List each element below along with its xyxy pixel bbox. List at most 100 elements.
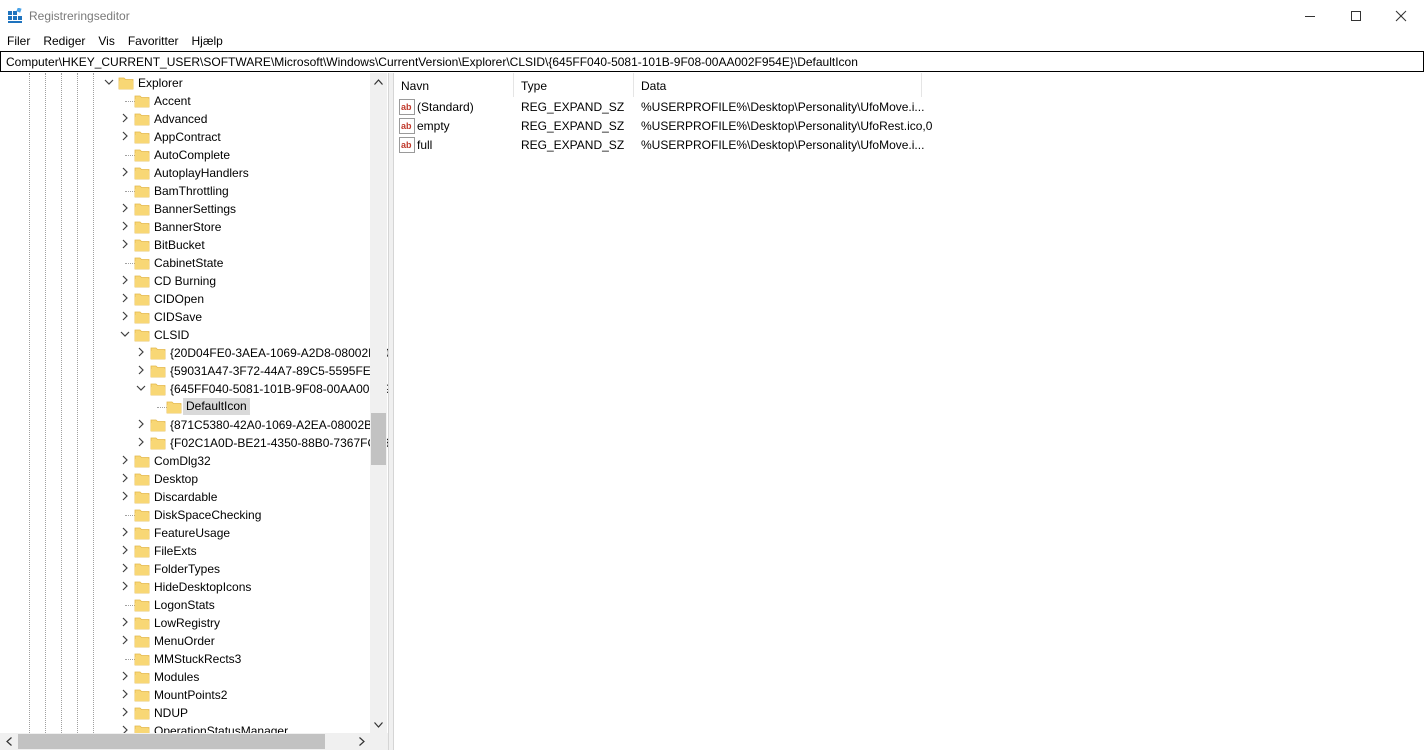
- chevron-right-icon[interactable]: [135, 418, 147, 430]
- folder-icon: [134, 671, 150, 684]
- minimize-button[interactable]: [1287, 0, 1333, 31]
- chevron-right-icon[interactable]: [119, 238, 131, 250]
- tree-item[interactable]: BamThrottling: [0, 182, 370, 200]
- scroll-thumb[interactable]: [371, 413, 386, 465]
- key-tree[interactable]: Explorer Accent Advanced AppContract AutoCom…: [0, 73, 388, 750]
- chevron-right-icon[interactable]: [135, 346, 147, 358]
- chevron-right-icon[interactable]: [119, 202, 131, 214]
- tree-item[interactable]: Modules: [0, 668, 370, 686]
- tree-item[interactable]: Desktop: [0, 470, 370, 488]
- tree-horizontal-scrollbar[interactable]: [0, 733, 370, 750]
- tree-item[interactable]: CIDSave: [0, 308, 370, 326]
- tree-item[interactable]: {59031A47-3F72-44A7-89C5-5595FE6B: [0, 362, 385, 380]
- chevron-right-icon[interactable]: [119, 706, 131, 718]
- chevron-right-icon[interactable]: [119, 472, 131, 484]
- close-button[interactable]: [1378, 0, 1424, 31]
- tree-item-label: MountPoints2: [154, 688, 228, 702]
- tree-item-label: CabinetState: [154, 256, 224, 270]
- tree-item[interactable]: HideDesktopIcons: [0, 578, 370, 596]
- tree-item[interactable]: CLSID: [0, 326, 370, 344]
- chevron-right-icon[interactable]: [119, 454, 131, 466]
- tree-item[interactable]: FeatureUsage: [0, 524, 370, 542]
- tree-item[interactable]: NDUP: [0, 704, 370, 722]
- tree-item-selected[interactable]: DefaultIcon: [0, 398, 370, 416]
- scroll-left-button[interactable]: [0, 733, 17, 750]
- tree-item[interactable]: MountPoints2: [0, 686, 370, 704]
- tree-item-label: BannerSettings: [154, 202, 237, 216]
- tree-item[interactable]: CabinetState: [0, 254, 370, 272]
- menu-favorites[interactable]: Favoritter: [128, 31, 179, 50]
- chevron-right-icon[interactable]: [119, 292, 131, 304]
- tree-item[interactable]: AutoplayHandlers: [0, 164, 370, 182]
- chevron-right-icon[interactable]: [119, 112, 131, 124]
- tree-item-label: CD Burning: [154, 274, 217, 288]
- tree-item[interactable]: FolderTypes: [0, 560, 370, 578]
- chevron-right-icon[interactable]: [119, 130, 131, 142]
- tree-item[interactable]: Advanced: [0, 110, 370, 128]
- tree-item[interactable]: AppContract: [0, 128, 370, 146]
- tree-item[interactable]: ComDlg32: [0, 452, 370, 470]
- chevron-down-icon[interactable]: [135, 382, 147, 394]
- tree-item[interactable]: {F02C1A0D-BE21-4350-88B0-7367FC96: [0, 434, 388, 452]
- column-header-type[interactable]: Type: [514, 73, 634, 97]
- chevron-right-icon[interactable]: [135, 364, 147, 376]
- menu-help[interactable]: Hjælp: [192, 31, 223, 50]
- tree-item[interactable]: CIDOpen: [0, 290, 370, 308]
- chevron-right-icon[interactable]: [119, 544, 131, 556]
- window-title: Registreringseditor: [29, 9, 130, 23]
- address-bar[interactable]: Computer\HKEY_CURRENT_USER\SOFTWARE\Micr…: [0, 51, 1424, 72]
- tree-item[interactable]: {20D04FE0-3AEA-1069-A2D8-08002B30: [0, 344, 388, 362]
- menu-edit[interactable]: Rediger: [43, 31, 85, 50]
- tree-item[interactable]: LogonStats: [0, 596, 370, 614]
- tree-item[interactable]: MMStuckRects3: [0, 650, 370, 668]
- tree-item-explorer[interactable]: Explorer: [0, 74, 370, 92]
- chevron-right-icon[interactable]: [135, 436, 147, 448]
- tree-item-label: {871C5380-42A0-1069-A2EA-08002B30: [170, 418, 386, 432]
- tree-item[interactable]: AutoComplete: [0, 146, 370, 164]
- tree-item-label: Modules: [154, 670, 200, 684]
- scroll-up-button[interactable]: [370, 73, 387, 90]
- menu-file[interactable]: Filer: [7, 31, 30, 50]
- chevron-right-icon[interactable]: [119, 634, 131, 646]
- maximize-button[interactable]: [1333, 0, 1379, 31]
- chevron-right-icon[interactable]: [119, 166, 131, 178]
- value-row[interactable]: ab empty REG_EXPAND_SZ %USERPROFILE%\Deskto…: [394, 117, 1424, 136]
- tree-item[interactable]: BitBucket: [0, 236, 370, 254]
- tree-item[interactable]: BannerStore: [0, 218, 370, 236]
- tree-vertical-scrollbar[interactable]: [370, 73, 387, 733]
- chevron-right-icon[interactable]: [119, 526, 131, 538]
- chevron-right-icon[interactable]: [119, 490, 131, 502]
- folder-icon: [134, 635, 150, 648]
- value-row[interactable]: ab (Standard) REG_EXPAND_SZ %USERPROFILE%\D…: [394, 98, 1424, 117]
- tree-item[interactable]: {871C5380-42A0-1069-A2EA-08002B30: [0, 416, 386, 434]
- value-row[interactable]: ab full REG_EXPAND_SZ %USERPROFILE%\Desktop…: [394, 136, 1424, 155]
- chevron-right-icon[interactable]: [119, 310, 131, 322]
- chevron-right-icon[interactable]: [119, 580, 131, 592]
- scroll-right-button[interactable]: [353, 733, 370, 750]
- menu-view[interactable]: Vis: [98, 31, 114, 50]
- tree-item[interactable]: DiskSpaceChecking: [0, 506, 370, 524]
- scroll-down-button[interactable]: [370, 716, 387, 733]
- tree-item[interactable]: CD Burning: [0, 272, 370, 290]
- tree-item-label: {20D04FE0-3AEA-1069-A2D8-08002B30: [170, 346, 388, 360]
- column-header-data[interactable]: Data: [634, 73, 922, 97]
- chevron-right-icon[interactable]: [119, 688, 131, 700]
- values-list[interactable]: Navn Type Data ab (Standard) REG_EXPAND_SZ…: [394, 73, 1424, 750]
- scrollbar-corner: [370, 733, 388, 750]
- column-header-name[interactable]: Navn: [394, 73, 514, 97]
- chevron-right-icon[interactable]: [119, 220, 131, 232]
- chevron-right-icon[interactable]: [119, 670, 131, 682]
- tree-item[interactable]: LowRegistry: [0, 614, 370, 632]
- tree-item[interactable]: {645FF040-5081-101B-9F08-00AA002F9: [0, 380, 388, 398]
- tree-item[interactable]: MenuOrder: [0, 632, 370, 650]
- chevron-right-icon[interactable]: [119, 616, 131, 628]
- chevron-down-icon[interactable]: [119, 328, 131, 340]
- chevron-down-icon[interactable]: [103, 76, 115, 88]
- tree-item[interactable]: Discardable: [0, 488, 370, 506]
- tree-item[interactable]: FileExts: [0, 542, 370, 560]
- tree-item[interactable]: BannerSettings: [0, 200, 370, 218]
- chevron-right-icon[interactable]: [119, 274, 131, 286]
- scroll-thumb-horizontal[interactable]: [18, 734, 325, 749]
- chevron-right-icon[interactable]: [119, 562, 131, 574]
- tree-item[interactable]: Accent: [0, 92, 370, 110]
